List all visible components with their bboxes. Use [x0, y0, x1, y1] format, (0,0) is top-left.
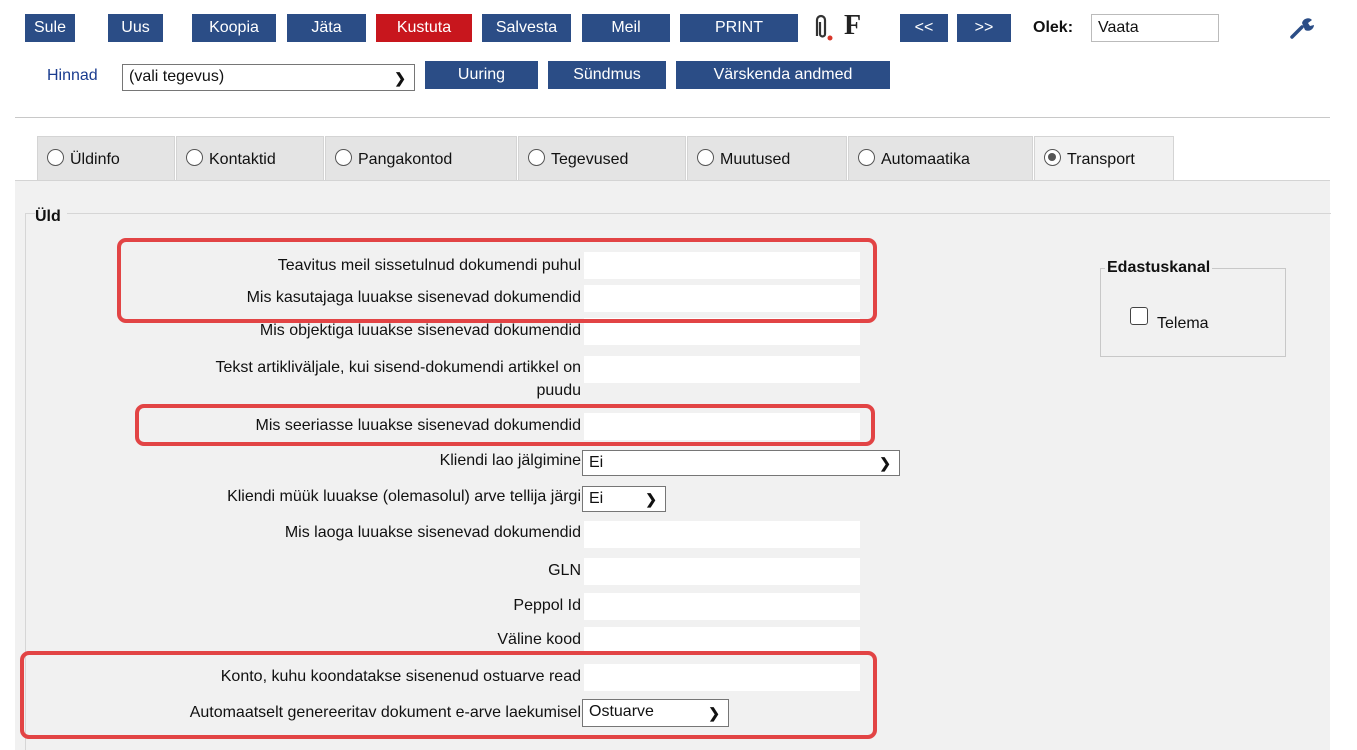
laoga-input[interactable]	[584, 521, 860, 548]
tab-label: Transport	[1067, 151, 1135, 168]
divider	[15, 117, 1330, 118]
telema-label: Telema	[1157, 315, 1209, 332]
tab-automaatika[interactable]: Automaatika	[848, 136, 1033, 180]
gln-input[interactable]	[584, 558, 860, 585]
ladu-jalg-select[interactable]: Ei ❯	[582, 450, 900, 476]
radio-checked-icon	[1044, 149, 1061, 166]
uuring-button[interactable]: Uuring	[425, 61, 538, 89]
tab-tegevused[interactable]: Tegevused	[518, 136, 686, 180]
sule-button[interactable]: Sule	[25, 14, 75, 42]
wrench-icon[interactable]	[1289, 14, 1315, 40]
laoga-label: Mis laoga luuakse sisenevad dokumendid	[284, 524, 581, 541]
ladu-jalg-label: Kliendi lao jälgimine	[439, 452, 581, 469]
tab-label: Tegevused	[551, 151, 629, 168]
gln-label: GLN	[548, 562, 581, 579]
olek-label: Olek:	[1033, 19, 1074, 36]
uld-legend: Üld	[35, 208, 67, 226]
hinnad-link[interactable]: Hinnad	[47, 67, 98, 85]
tab-pangakontod[interactable]: Pangakontod	[325, 136, 517, 180]
tab-uldinfo[interactable]: Üldinfo	[37, 136, 175, 180]
myyk-select[interactable]: Ei ❯	[582, 486, 666, 512]
next-record-button[interactable]: >>	[957, 14, 1011, 42]
peppol-label: Peppol Id	[513, 597, 581, 614]
edastuskanal-title: Edastuskanal	[1105, 259, 1213, 277]
highlight-box	[20, 651, 877, 739]
olek-field[interactable]: Vaata	[1091, 14, 1219, 42]
syndmus-button[interactable]: Sündmus	[548, 61, 666, 89]
myyk-label: Kliendi müük luuakse (olemasolul) arve t…	[227, 488, 581, 505]
valine-kood-input[interactable]	[584, 627, 860, 654]
tab-label: Kontaktid	[209, 151, 276, 168]
myyk-value: Ei	[589, 490, 604, 507]
kustuta-button[interactable]: Kustuta	[376, 14, 472, 42]
tekst-label-line2: puudu	[536, 382, 582, 399]
salvesta-button[interactable]: Salvesta	[482, 14, 571, 42]
prev-record-button[interactable]: <<	[900, 14, 948, 42]
tekst-input[interactable]	[584, 356, 860, 383]
tab-transport[interactable]: Transport	[1034, 136, 1174, 182]
edastuskanal-fieldset	[1100, 268, 1286, 357]
highlight-box	[135, 404, 875, 446]
radio-icon	[335, 149, 352, 166]
ladu-jalg-value: Ei	[589, 454, 604, 471]
objekt-label: Mis objektiga luuakse sisenevad dokumend…	[259, 322, 581, 339]
peppol-input[interactable]	[584, 593, 860, 620]
meil-button[interactable]: Meil	[582, 14, 670, 42]
tab-label: Muutused	[720, 151, 791, 168]
chevron-down-icon: ❯	[645, 491, 657, 507]
tekst-label-line1: Tekst artikliväljale, kui sisend-dokumen…	[215, 359, 582, 376]
radio-icon	[47, 149, 64, 166]
valine-kood-label: Väline kood	[497, 631, 581, 648]
highlight-box	[117, 238, 877, 323]
radio-icon	[697, 149, 714, 166]
tab-label: Pangakontod	[358, 151, 453, 168]
tegevus-select[interactable]: (vali tegevus) ❯	[122, 64, 415, 91]
tab-muutused[interactable]: Muutused	[687, 136, 847, 180]
chevron-down-icon: ❯	[394, 69, 406, 86]
tegevus-select-value: (vali tegevus)	[129, 68, 225, 85]
varskenda-andmed-button[interactable]: Värskenda andmed	[676, 61, 890, 89]
uus-button[interactable]: Uus	[108, 14, 163, 42]
f-icon[interactable]: F	[844, 10, 861, 42]
print-button[interactable]: PRINT	[680, 14, 798, 42]
tab-kontaktid[interactable]: Kontaktid	[176, 136, 324, 180]
chevron-down-icon: ❯	[879, 455, 891, 471]
radio-icon	[858, 149, 875, 166]
radio-icon	[528, 149, 545, 166]
telema-checkbox[interactable]	[1130, 307, 1148, 325]
paperclip-icon[interactable]	[806, 12, 838, 44]
radio-icon	[186, 149, 203, 166]
tab-label: Üldinfo	[70, 151, 120, 168]
jata-button[interactable]: Jäta	[287, 14, 366, 42]
tab-label: Automaatika	[881, 151, 970, 168]
koopia-button[interactable]: Koopia	[192, 14, 276, 42]
